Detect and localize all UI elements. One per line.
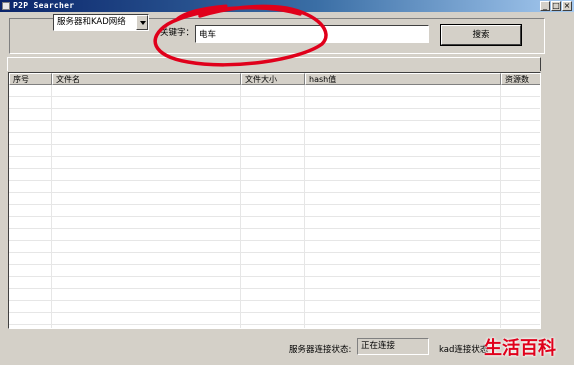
grid-row-line bbox=[9, 276, 540, 277]
grid-row-line bbox=[9, 312, 540, 313]
server-status-label: 服务器连接状态: bbox=[289, 345, 352, 355]
maximize-button[interactable]: □ bbox=[551, 1, 561, 11]
grid-row-line bbox=[9, 180, 540, 181]
app-icon bbox=[2, 2, 10, 10]
grid-column-line bbox=[51, 85, 52, 328]
grid-row-line bbox=[9, 240, 540, 241]
grid-column-line bbox=[240, 85, 241, 328]
tab-strip bbox=[7, 57, 541, 71]
grid-row-line bbox=[9, 96, 540, 97]
keyword-input[interactable] bbox=[195, 25, 429, 43]
grid-row-line bbox=[9, 252, 540, 253]
network-select[interactable]: 服务器和KAD网络 bbox=[53, 14, 149, 31]
watermark: 生活百科 bbox=[484, 338, 556, 359]
close-button[interactable]: × bbox=[562, 1, 572, 11]
results-body bbox=[9, 85, 540, 328]
window-title: P2P Searcher bbox=[13, 1, 75, 10]
results-header: 序号 文件名 文件大小 hash值 资源数 bbox=[9, 73, 540, 85]
column-header-filesize[interactable]: 文件大小 bbox=[241, 73, 305, 85]
grid-row-line bbox=[9, 204, 540, 205]
grid-row-line bbox=[9, 300, 540, 301]
keyword-label: 关键字： bbox=[160, 28, 195, 38]
grid-row-line bbox=[9, 144, 540, 145]
column-header-filename[interactable]: 文件名 bbox=[52, 73, 241, 85]
grid-row-line bbox=[9, 228, 540, 229]
column-header-hash[interactable]: hash值 bbox=[305, 73, 501, 85]
grid-row-line bbox=[9, 216, 540, 217]
grid-row-line bbox=[9, 324, 540, 325]
grid-row-line bbox=[9, 132, 540, 133]
title-bar[interactable]: P2P Searcher _ □ × bbox=[0, 0, 574, 12]
grid-column-line bbox=[304, 85, 305, 328]
grid-row-line bbox=[9, 108, 540, 109]
grid-row-line bbox=[9, 288, 540, 289]
minimize-button[interactable]: _ bbox=[540, 1, 550, 11]
column-header-sources[interactable]: 资源数 bbox=[501, 73, 540, 85]
network-select-value: 服务器和KAD网络 bbox=[57, 17, 126, 27]
column-header-index[interactable]: 序号 bbox=[9, 73, 52, 85]
results-list[interactable]: 序号 文件名 文件大小 hash值 资源数 bbox=[8, 72, 541, 329]
grid-column-line bbox=[500, 85, 501, 328]
server-status-value: 正在连接 bbox=[357, 338, 429, 355]
search-button[interactable]: 搜索 bbox=[441, 25, 521, 45]
grid-row-line bbox=[9, 192, 540, 193]
grid-row-line bbox=[9, 156, 540, 157]
grid-row-line bbox=[9, 168, 540, 169]
grid-row-line bbox=[9, 264, 540, 265]
grid-row-line bbox=[9, 120, 540, 121]
kad-status-label: kad连接状态 bbox=[439, 345, 489, 355]
chevron-down-icon[interactable] bbox=[136, 15, 148, 30]
